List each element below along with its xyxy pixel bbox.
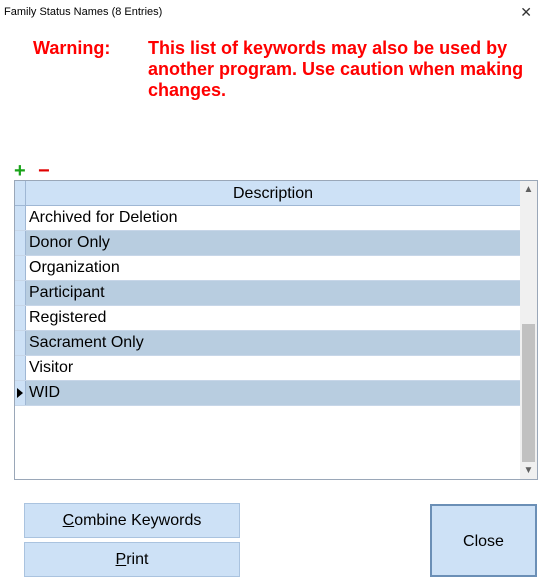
row-selector[interactable] <box>15 231 26 255</box>
row-selector[interactable] <box>15 381 26 405</box>
table-row[interactable]: Visitor <box>15 356 520 381</box>
table-row-current[interactable]: WID <box>15 381 520 406</box>
row-description[interactable]: Participant <box>29 284 105 302</box>
row-selector[interactable] <box>15 256 26 280</box>
table-row[interactable]: Registered <box>15 306 520 331</box>
add-entry-icon[interactable]: + <box>14 161 26 181</box>
row-selector[interactable] <box>15 331 26 355</box>
warning-text: This list of keywords may also be used b… <box>148 38 524 100</box>
row-description[interactable]: Sacrament Only <box>29 334 144 352</box>
row-description[interactable]: Archived for Deletion <box>29 209 178 227</box>
current-row-arrow-icon <box>17 388 23 398</box>
combine-label: ombine Keywords <box>74 512 202 529</box>
row-description[interactable]: WID <box>29 384 60 402</box>
keywords-grid: Description Archived for Deletion Donor … <box>14 180 538 480</box>
row-selector[interactable] <box>15 306 26 330</box>
title-bar: Family Status Names (8 Entries) ✕ <box>0 0 540 26</box>
remove-entry-icon[interactable]: − <box>38 161 50 181</box>
row-selector[interactable] <box>15 206 26 230</box>
row-selector[interactable] <box>15 356 26 380</box>
combine-mnemonic: C <box>62 512 75 529</box>
table-row[interactable]: Archived for Deletion <box>15 206 520 231</box>
warning-label: Warning: <box>33 38 111 58</box>
row-description[interactable]: Donor Only <box>29 234 110 252</box>
table-row[interactable]: Organization <box>15 256 520 281</box>
grid-header: Description <box>15 181 520 206</box>
row-description[interactable]: Organization <box>29 259 120 277</box>
scroll-thumb[interactable] <box>522 324 535 462</box>
close-button[interactable]: Close <box>430 504 537 577</box>
table-row[interactable]: Sacrament Only <box>15 331 520 356</box>
combine-keywords-button[interactable]: Combine Keywords <box>24 503 240 538</box>
row-selector[interactable] <box>15 281 26 305</box>
print-label: rint <box>126 551 149 568</box>
scroll-down-icon[interactable]: ▼ <box>520 462 537 479</box>
header-selector-cell <box>15 181 26 205</box>
grid-rows: Archived for Deletion Donor Only Organiz… <box>15 206 520 406</box>
window-close-icon[interactable]: ✕ <box>520 5 532 19</box>
scroll-up-icon[interactable]: ▲ <box>520 181 537 198</box>
column-header-description[interactable]: Description <box>26 185 520 203</box>
table-row[interactable]: Participant <box>15 281 520 306</box>
print-mnemonic: P <box>115 551 127 568</box>
window-title: Family Status Names (8 Entries) <box>4 6 163 18</box>
vertical-scrollbar[interactable]: ▲ ▼ <box>520 181 537 479</box>
table-row[interactable]: Donor Only <box>15 231 520 256</box>
row-description[interactable]: Registered <box>29 309 106 327</box>
row-description[interactable]: Visitor <box>29 359 73 377</box>
print-button[interactable]: Print <box>24 542 240 577</box>
